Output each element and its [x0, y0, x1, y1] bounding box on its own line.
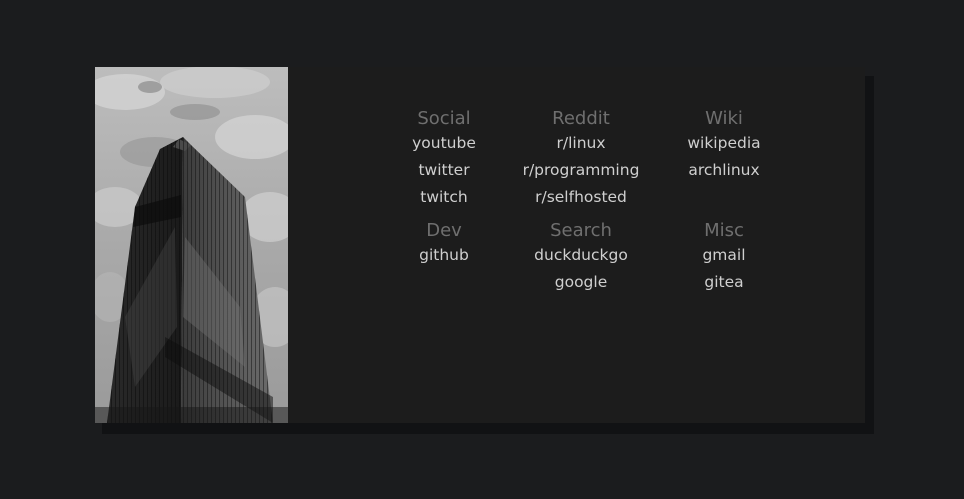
link-r-selfhosted[interactable]: r/selfhosted [535, 188, 627, 206]
link-gmail[interactable]: gmail [702, 246, 745, 264]
group-misc: Misc gmail gitea [639, 220, 809, 299]
list-item: wikipedia [639, 133, 809, 160]
list-item: r/selfhosted [496, 187, 666, 214]
link-r-programming[interactable]: r/programming [523, 161, 640, 179]
list-item: gitea [639, 272, 809, 299]
link-r-linux[interactable]: r/linux [556, 134, 605, 152]
list-item: gmail [639, 245, 809, 272]
group-links-misc: gmail gitea [639, 245, 809, 299]
group-links-wiki: wikipedia archlinux [639, 133, 809, 187]
group-title-misc: Misc [704, 220, 744, 241]
list-item: archlinux [639, 160, 809, 187]
startpage-card: Social youtube twitter twitch Reddit r/l… [95, 67, 865, 423]
link-google[interactable]: google [555, 273, 608, 291]
link-youtube[interactable]: youtube [412, 134, 476, 152]
bookmark-groups: Social youtube twitter twitch Reddit r/l… [95, 67, 865, 423]
link-gitea[interactable]: gitea [704, 273, 743, 291]
link-twitch[interactable]: twitch [420, 188, 467, 206]
link-wikipedia[interactable]: wikipedia [687, 134, 760, 152]
group-title-wiki: Wiki [705, 108, 743, 129]
link-duckduckgo[interactable]: duckduckgo [534, 246, 628, 264]
link-archlinux[interactable]: archlinux [688, 161, 759, 179]
group-wiki: Wiki wikipedia archlinux [639, 108, 809, 187]
link-github[interactable]: github [419, 246, 469, 264]
link-twitter[interactable]: twitter [418, 161, 469, 179]
